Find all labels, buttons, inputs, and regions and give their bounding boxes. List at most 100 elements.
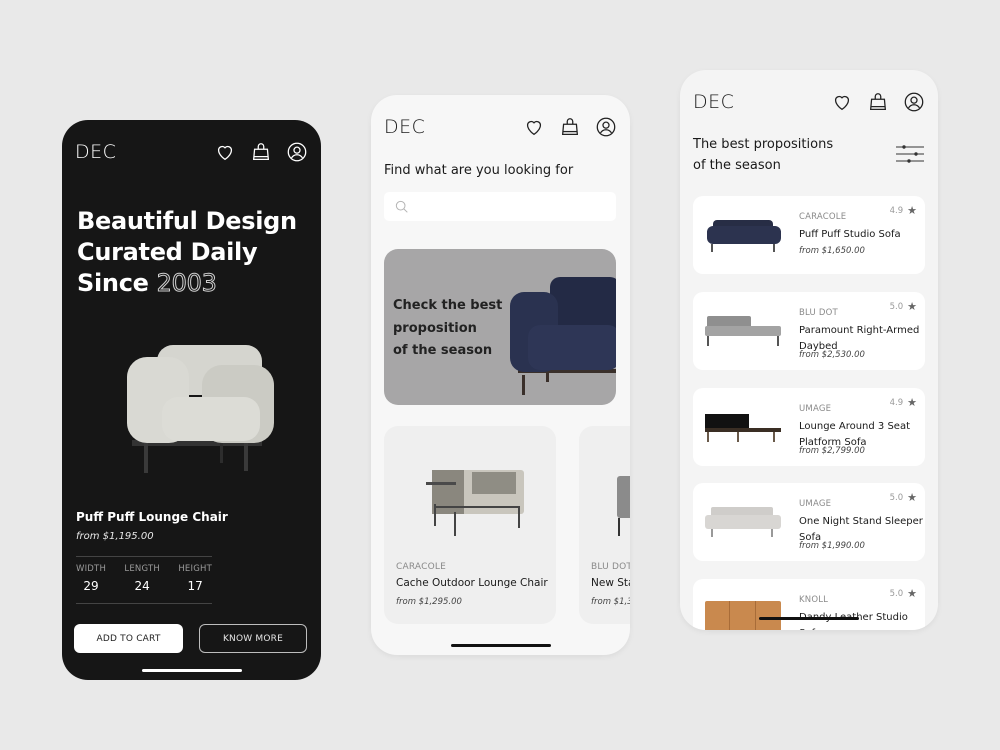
sleeper-sofa-thumbnail	[705, 507, 781, 537]
hero-line: Beautiful Design	[77, 207, 297, 235]
list-item[interactable]: 4.9 ★ CARACOLE Puff Puff Studio Sofa from…	[693, 196, 925, 274]
title-line: of the season	[693, 158, 781, 173]
dimension-length: LENGTH 24	[124, 564, 160, 603]
platform-sofa-thumbnail	[705, 414, 781, 442]
product-price: from $1,295.00	[396, 597, 462, 607]
header: DEC	[75, 140, 308, 164]
star-icon: ★	[907, 396, 917, 409]
rating: 5.0 ★	[890, 300, 917, 313]
list-item[interactable]: 4.9 ★ UMAGE Lounge Around 3 Seat Platform…	[693, 388, 925, 466]
rating-value: 5.0	[889, 588, 904, 599]
rating-value: 5.0	[889, 492, 904, 503]
rating: 4.9 ★	[890, 204, 917, 217]
star-icon: ★	[907, 204, 917, 217]
star-icon: ★	[907, 587, 917, 600]
home-indicator[interactable]	[450, 644, 551, 647]
product-price: from $2,799.00	[799, 446, 865, 456]
product-name: Dandy Leather Studio Sofa	[799, 612, 908, 630]
phone-screen-search: DEC Find what are you looking for Check …	[371, 95, 630, 655]
product-name: Puff Puff Lounge Chair	[76, 510, 228, 524]
user-icon[interactable]	[286, 141, 308, 163]
daybed-thumbnail	[705, 316, 781, 346]
rating: 5.0 ★	[890, 587, 917, 600]
sofa-image	[617, 476, 630, 536]
dimension-label: LENGTH	[124, 564, 160, 574]
product-card[interactable]: CARACOLE Cache Outdoor Lounge Chair from…	[384, 426, 556, 624]
rating-value: 5.0	[889, 301, 904, 312]
filter-sliders-icon[interactable]	[896, 144, 924, 164]
product-price: from $1,990.00	[799, 541, 865, 551]
product-price: from $1,3	[591, 597, 630, 607]
product-brand: CARACOLE	[799, 212, 847, 222]
rating: 5.0 ★	[890, 491, 917, 504]
product-brand: UMAGE	[799, 404, 832, 414]
list-item[interactable]: 5.0★ KNOLL Dandy Leather Studio Sofa	[693, 579, 925, 630]
product-brand: BLU DOT	[799, 308, 838, 318]
heart-icon[interactable]	[523, 116, 545, 138]
search-bar[interactable]	[384, 192, 616, 221]
home-indicator[interactable]	[141, 669, 242, 672]
header: DEC	[693, 90, 925, 114]
outdoor-chair-image	[426, 470, 524, 536]
sofa-thumbnail	[707, 220, 781, 252]
rating-value: 4.9	[889, 205, 904, 216]
product-brand: BLU DOT	[591, 562, 630, 572]
add-to-cart-button[interactable]: ADD TO CART	[74, 624, 183, 653]
dimension-height: HEIGHT 17	[178, 564, 212, 603]
dimension-width: WIDTH 29	[76, 564, 106, 603]
rating: 4.9 ★	[890, 396, 917, 409]
product-name: Puff Puff Studio Sofa	[799, 229, 901, 240]
rating-value: 4.9	[889, 397, 904, 408]
heart-icon[interactable]	[214, 141, 236, 163]
product-price: from $1,195.00	[76, 531, 154, 542]
product-card[interactable]: BLU DOT New Sta from $1,3	[579, 426, 630, 624]
user-icon[interactable]	[595, 116, 617, 138]
dimension-value: 17	[187, 579, 203, 593]
title-line: The best propositions	[693, 137, 834, 152]
hero-year: 2003	[156, 269, 217, 298]
search-icon	[395, 200, 408, 213]
dimension-label: WIDTH	[76, 564, 107, 574]
logo[interactable]: DEC	[75, 141, 116, 163]
product-price: from $1,650.00	[799, 246, 865, 256]
leather-sofa-thumbnail	[705, 601, 781, 630]
logo[interactable]: DEC	[693, 91, 734, 113]
product-brand: KNOLL	[799, 595, 829, 605]
lounge-chair-image	[127, 345, 274, 473]
promo-banner[interactable]: Check the best proposition of the season	[384, 249, 616, 405]
product-brand: CARACOLE	[396, 562, 446, 572]
product-name: New Sta	[591, 577, 630, 589]
header: DEC	[384, 115, 617, 139]
product-price: from $2,530.00	[799, 350, 865, 360]
logo[interactable]: DEC	[384, 116, 425, 138]
promo-text: Check the best proposition of the season	[393, 295, 502, 363]
promo-line: proposition	[393, 320, 477, 336]
search-heading: Find what are you looking for	[384, 163, 574, 178]
dimension-value: 29	[83, 579, 99, 593]
product-brand: UMAGE	[799, 499, 832, 509]
know-more-button[interactable]: KNOW MORE	[199, 624, 307, 653]
list-item[interactable]: 5.0 ★ UMAGE One Night Stand Sleeper Sofa …	[693, 483, 925, 561]
hero-headline: Beautiful Design Curated Daily Since 200…	[77, 206, 297, 299]
star-icon: ★	[907, 300, 917, 313]
heart-icon[interactable]	[831, 91, 853, 113]
star-icon: ★	[907, 491, 917, 504]
search-input[interactable]	[416, 200, 616, 213]
hero-line: Curated Daily	[77, 238, 258, 266]
dimension-label: HEIGHT	[178, 564, 212, 574]
shopping-bag-icon[interactable]	[250, 141, 272, 163]
product-name: Cache Outdoor Lounge Chair	[396, 577, 548, 589]
dimensions-table: WIDTH 29 LENGTH 24 HEIGHT 17	[76, 556, 212, 604]
hero-line: Since	[77, 269, 149, 297]
dimension-value: 24	[134, 579, 150, 593]
home-indicator[interactable]	[759, 617, 859, 620]
phone-screen-list: DEC The best propositions of the season …	[680, 70, 938, 630]
user-icon[interactable]	[903, 91, 925, 113]
promo-line: of the season	[393, 343, 493, 358]
list-item[interactable]: 5.0 ★ BLU DOT Paramount Right-Armed Daybe…	[693, 292, 925, 370]
shopping-bag-icon[interactable]	[559, 116, 581, 138]
promo-line: Check the best	[393, 298, 503, 313]
navy-sofa-image	[510, 277, 616, 395]
shopping-bag-icon[interactable]	[867, 91, 889, 113]
list-title: The best propositions of the season	[693, 134, 833, 176]
